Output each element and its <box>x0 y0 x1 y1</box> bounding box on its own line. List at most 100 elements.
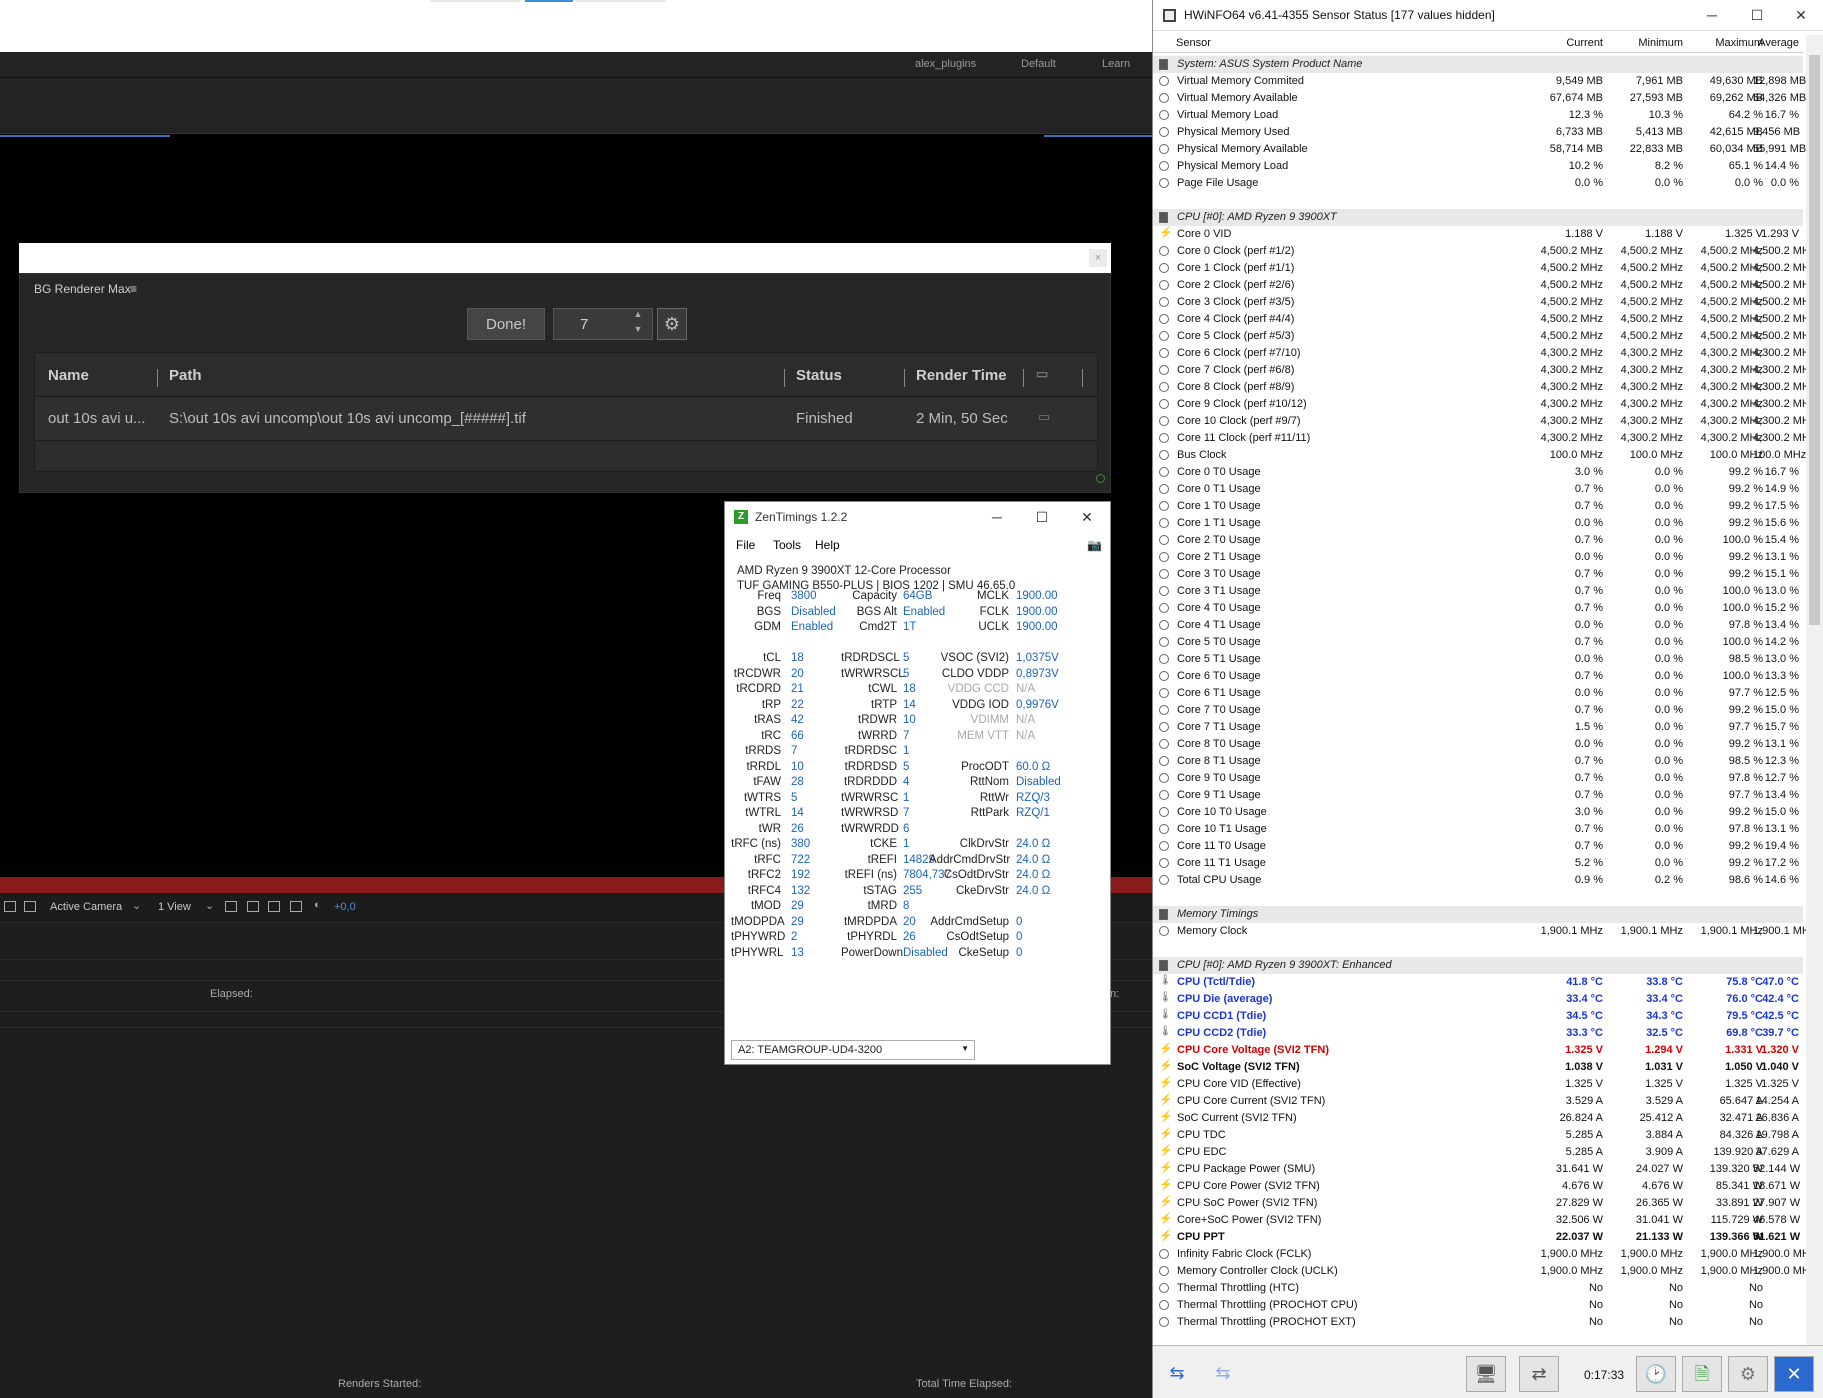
sensor-row[interactable]: Memory Clock 1,900.1 MHz 1,900.1 MHz 1,900.… <box>1153 923 1815 940</box>
sensor-row[interactable]: ⚡ CPU Core VID (Effective) 1.325 V 1.325 V1… <box>1153 1076 1803 1093</box>
sensor-row[interactable]: ⚡ Core+SoC Power (SVI2 TFN) 32.506 W 31.041… <box>1153 1212 1803 1229</box>
sensor-row[interactable]: Core 11 Clock (perf #11/11) 4,300.2 MHz 4,… <box>1153 430 1815 447</box>
column-divider[interactable] <box>1023 369 1024 387</box>
column-path[interactable]: Path <box>169 367 202 384</box>
close-button[interactable]: ✕ <box>1774 1356 1814 1392</box>
sensor-row[interactable]: Physical Memory Used 6,733 MB 5,413 MB 42,6… <box>1153 124 1803 141</box>
sensor-row[interactable]: Memory Controller Clock (UCLK) 1,900.0 MH… <box>1153 1263 1815 1280</box>
sensor-row[interactable]: ⚡ CPU PPT 22.037 W 21.133 W 139.366 W 51.621 … <box>1153 1229 1803 1246</box>
sensor-row[interactable]: Core 1 T0 Usage 0.7 % 0.0 % 99.2 % 17.5 % <box>1153 498 1803 515</box>
add-report-icon[interactable]: 🗎 <box>1682 1356 1722 1392</box>
maximize-icon[interactable]: ☐ <box>1028 507 1056 527</box>
sensor-row[interactable]: Thermal Throttling (PROCHOT EXT) No No No <box>1153 1314 1803 1331</box>
sensor-row[interactable]: Core 5 T1 Usage 0.0 % 0.0 % 98.5 % 13.0 % <box>1153 651 1803 668</box>
sensor-row[interactable]: Core 0 Clock (perf #1/2) 4,500.2 MHz 4,500… <box>1153 243 1815 260</box>
sensor-row[interactable]: ⚡ CPU Core Voltage (SVI2 TFN) 1.325 V 1.294… <box>1153 1042 1803 1059</box>
toggle-icon[interactable] <box>225 901 237 912</box>
chevron-up-icon[interactable]: ▲ <box>624 309 652 324</box>
resolution-icon[interactable] <box>4 901 16 912</box>
sensor-row[interactable]: Core 11 T1 Usage 5.2 % 0.0 % 99.2 % 17.2 % <box>1153 855 1803 872</box>
sensor-row[interactable]: Core 2 T0 Usage 0.7 % 0.0 % 100.0 % 15.4 % <box>1153 532 1803 549</box>
clock-icon[interactable]: 🕑 <box>1636 1356 1676 1392</box>
settings-icon[interactable]: ⚙ <box>1728 1356 1768 1392</box>
column-render-time[interactable]: Render Time <box>916 367 1007 384</box>
sensor-row[interactable]: Core 10 T0 Usage 3.0 % 0.0 % 99.2 % 15.0 % <box>1153 804 1803 821</box>
sensor-row[interactable]: Core 6 Clock (perf #7/10) 4,300.2 MHz 4,30… <box>1153 345 1815 362</box>
sensor-row[interactable]: Physical Memory Available 58,714 MB 22,833… <box>1153 141 1806 158</box>
sensor-group-header[interactable]: Memory Timings <box>1153 906 1803 923</box>
sensor-row[interactable]: Core 2 Clock (perf #2/6) 4,500.2 MHz 4,500… <box>1153 277 1815 294</box>
sensor-row[interactable]: Virtual Memory Available 67,674 MB 27,593 … <box>1153 90 1806 107</box>
done-button[interactable]: Done! <box>467 308 545 340</box>
gear-icon[interactable]: ⚙ <box>657 308 687 340</box>
minimize-icon[interactable]: ─ <box>983 507 1011 527</box>
sensor-row[interactable]: Total CPU Usage 0.9 % 0.2 % 98.6 % 14.6 % <box>1153 872 1803 889</box>
sensor-row[interactable]: Core 3 T0 Usage 0.7 % 0.0 % 99.2 % 15.1 % <box>1153 566 1803 583</box>
column-maximum[interactable]: Maximum <box>1673 37 1763 49</box>
menu-file[interactable]: File <box>736 538 755 552</box>
sensor-row[interactable]: Core 4 Clock (perf #4/4) 4,500.2 MHz 4,500… <box>1153 311 1815 328</box>
sensor-row[interactable]: 🌡 CPU CCD2 (Tdie) 33.3 °C 32.5 °C 69.8 °C 39.… <box>1153 1025 1803 1042</box>
sensor-row[interactable]: 🌡 CPU (Tctl/Tdie) 41.8 °C 33.8 °C 75.8 °C 47.… <box>1153 974 1803 991</box>
sensor-row[interactable]: Core 5 Clock (perf #5/3) 4,500.2 MHz 4,500… <box>1153 328 1815 345</box>
sensor-row[interactable]: Core 7 T0 Usage 0.7 % 0.0 % 99.2 % 15.0 % <box>1153 702 1803 719</box>
menu-help[interactable]: Help <box>815 538 840 552</box>
sensor-row[interactable]: ⚡ CPU TDC 5.285 A 3.884 A 84.326 A 19.798 A <box>1153 1127 1803 1144</box>
sensor-row[interactable]: Core 7 Clock (perf #6/8) 4,300.2 MHz 4,300… <box>1153 362 1815 379</box>
column-divider[interactable] <box>784 369 785 387</box>
sensor-row[interactable]: ⚡ SoC Voltage (SVI2 TFN) 1.038 V 1.031 V 1.0… <box>1153 1059 1803 1076</box>
sensor-row[interactable]: Core 6 T1 Usage 0.0 % 0.0 % 97.7 % 12.5 % <box>1153 685 1803 702</box>
column-minimum[interactable]: Minimum <box>1593 37 1683 49</box>
sensor-row[interactable]: Physical Memory Load 10.2 % 8.2 % 65.1 % 14.… <box>1153 158 1803 175</box>
sensor-row[interactable]: Core 9 T0 Usage 0.7 % 0.0 % 97.8 % 12.7 % <box>1153 770 1803 787</box>
maximize-icon[interactable]: ☐ <box>1743 5 1771 25</box>
sensor-row[interactable]: Core 11 T0 Usage 0.7 % 0.0 % 99.2 % 19.4 % <box>1153 838 1803 855</box>
sensor-row[interactable]: Core 9 T1 Usage 0.7 % 0.0 % 97.7 % 13.4 % <box>1153 787 1803 804</box>
sensor-row[interactable]: Core 1 T1 Usage 0.0 % 0.0 % 99.2 % 15.6 % <box>1153 515 1803 532</box>
open-folder-icon[interactable]: ▭ <box>1038 409 1050 425</box>
sensor-row[interactable]: Core 10 T1 Usage 0.7 % 0.0 % 97.8 % 13.1 % <box>1153 821 1803 838</box>
close-icon[interactable]: ✕ <box>1787 5 1815 25</box>
table-row[interactable]: out 10s avi u... S:\out 10s avi uncomp\o… <box>35 397 1097 441</box>
sensor-row[interactable]: 🌡 CPU CCD1 (Tdie) 34.5 °C 34.3 °C 79.5 °C 42.… <box>1153 1008 1803 1025</box>
sensor-row[interactable]: Core 5 T0 Usage 0.7 % 0.0 % 100.0 % 14.2 % <box>1153 634 1803 651</box>
sensor-row[interactable]: ⚡ CPU Core Current (SVI2 TFN) 3.529 A 3.529… <box>1153 1093 1803 1110</box>
sensor-row[interactable]: ⚡ CPU Package Power (SMU) 31.641 W 24.027 W… <box>1153 1161 1803 1178</box>
region-icon[interactable] <box>247 901 259 912</box>
column-divider[interactable] <box>1082 369 1083 387</box>
close-icon[interactable]: ✕ <box>1073 507 1101 527</box>
workspace-learn[interactable]: Learn <box>1102 58 1130 70</box>
sensor-group-header[interactable]: System: ASUS System Product Name <box>1153 56 1803 73</box>
sensor-row[interactable]: Core 8 T1 Usage 0.7 % 0.0 % 98.5 % 12.3 % <box>1153 753 1803 770</box>
network-icon[interactable]: ⇄ <box>1519 1356 1559 1392</box>
resize-grip-icon[interactable] <box>1096 474 1105 483</box>
column-divider[interactable] <box>157 369 158 387</box>
sensor-row[interactable]: Thermal Throttling (HTC) No No No <box>1153 1280 1803 1297</box>
camera-icon[interactable]: 📷 <box>1087 538 1102 552</box>
camera-dropdown[interactable]: Active Camera <box>50 901 122 913</box>
sensor-row[interactable]: Core 3 T1 Usage 0.7 % 0.0 % 100.0 % 13.0 % <box>1153 583 1803 600</box>
column-divider[interactable] <box>904 369 905 387</box>
dimm-select[interactable]: A2: TEAMGROUP-UD4-3200 ▼ <box>731 1040 975 1060</box>
sensor-row[interactable]: Core 6 T0 Usage 0.7 % 0.0 % 100.0 % 13.3 % <box>1153 668 1803 685</box>
3d-view-icon[interactable] <box>268 901 280 912</box>
sensor-group-header[interactable]: CPU [#0]: AMD Ryzen 9 3900XT <box>1153 209 1803 226</box>
sensor-row[interactable]: Core 0 T0 Usage 3.0 % 0.0 % 99.2 % 16.7 % <box>1153 464 1803 481</box>
sensor-row[interactable]: Core 7 T1 Usage 1.5 % 0.0 % 97.7 % 15.7 % <box>1153 719 1803 736</box>
report-icon[interactable]: 🖥 <box>1466 1356 1506 1392</box>
minimize-icon[interactable]: ─ <box>1698 5 1726 25</box>
sensor-row[interactable]: Core 8 Clock (perf #8/9) 4,300.2 MHz 4,300… <box>1153 379 1815 396</box>
instance-count-value[interactable]: 7 <box>580 316 588 333</box>
sensor-row[interactable]: Page File Usage 0.0 % 0.0 % 0.0 % 0.0 % <box>1153 175 1803 192</box>
sensor-row[interactable]: Thermal Throttling (PROCHOT CPU) No No No <box>1153 1297 1803 1314</box>
sensor-row[interactable]: ⚡ CPU Core Power (SVI2 TFN) 4.676 W 4.676 W… <box>1153 1178 1803 1195</box>
instance-count-stepper[interactable]: 7 ▲ ▼ <box>553 308 653 340</box>
sensor-row[interactable]: Bus Clock 100.0 MHz 100.0 MHz 100.0 MHz 100.… <box>1153 447 1806 464</box>
scrollbar-thumb[interactable] <box>1809 55 1820 625</box>
sensor-row[interactable]: Core 10 Clock (perf #9/7) 4,300.2 MHz 4,30… <box>1153 413 1815 430</box>
view-layout-dropdown[interactable]: 1 View <box>158 901 191 913</box>
column-sensor[interactable]: Sensor <box>1176 37 1211 49</box>
close-icon[interactable]: × <box>1089 249 1107 267</box>
sensor-row[interactable]: ⚡ Core 0 VID 1.188 V 1.188 V 1.325 V 1.293 V <box>1153 226 1803 243</box>
grid-icon[interactable] <box>24 901 36 912</box>
